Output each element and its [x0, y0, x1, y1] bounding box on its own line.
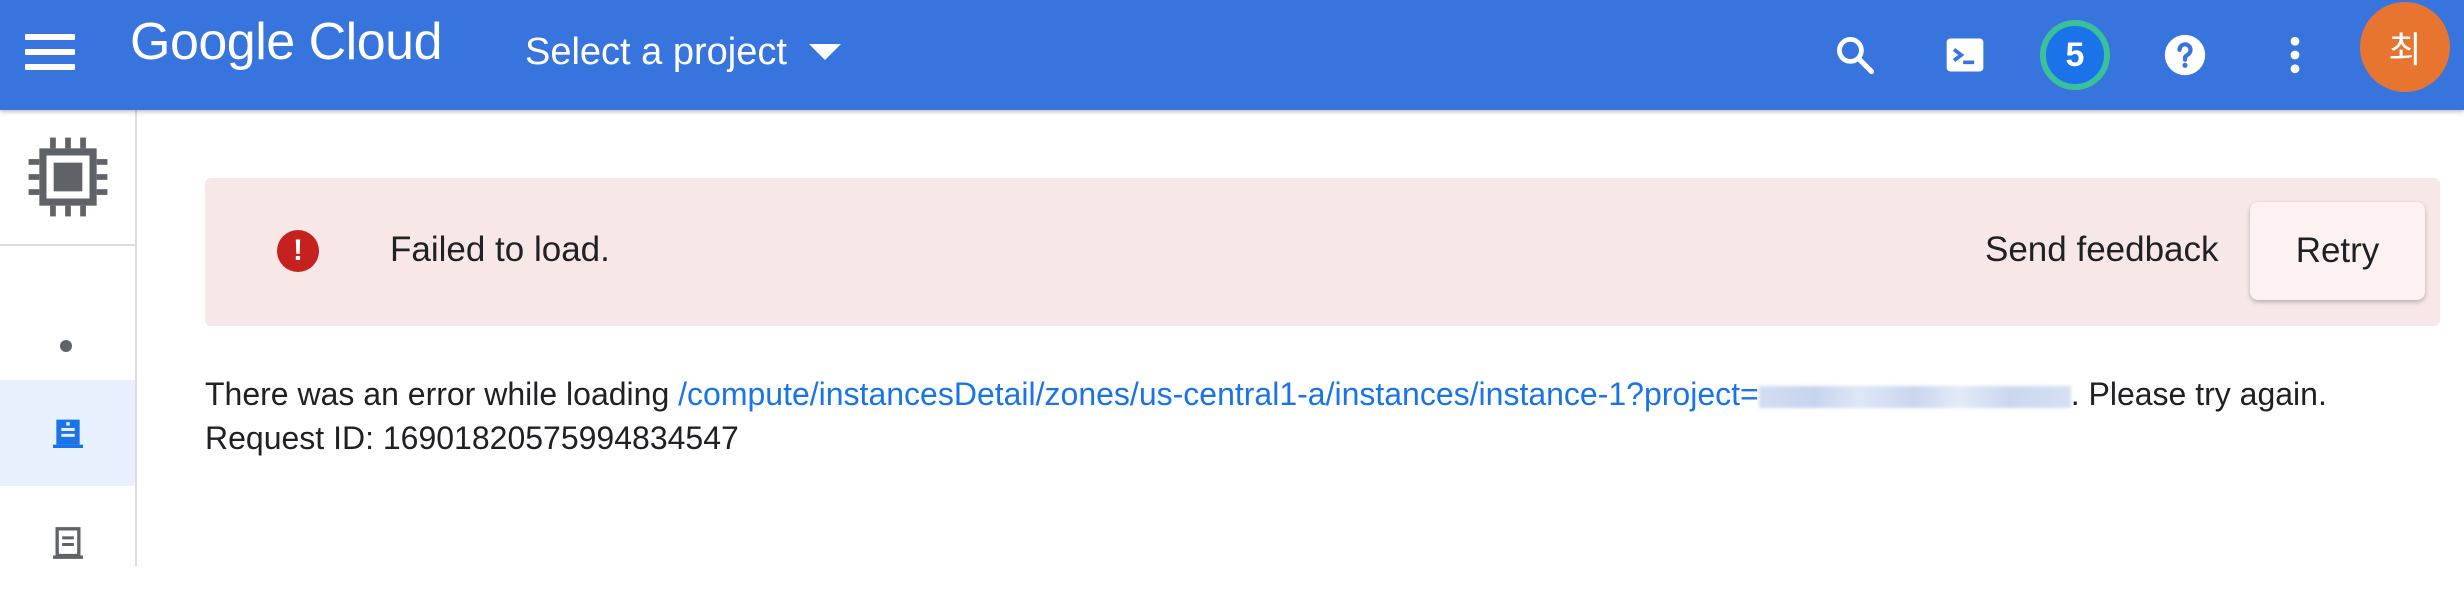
side-rail: [0, 110, 137, 566]
instance-template-icon: [52, 527, 83, 559]
chevron-down-icon: [808, 44, 841, 60]
error-banner: ! Failed to load. Send feedback Retry: [205, 178, 2440, 326]
dot-icon: [60, 340, 72, 352]
google-cloud-logo[interactable]: Google Cloud: [130, 12, 443, 72]
send-feedback-link[interactable]: Send feedback: [1985, 230, 2219, 270]
top-bar: Google Cloud Select a project 5 최: [0, 0, 2464, 110]
rail-collapsed-dot[interactable]: [40, 320, 92, 372]
project-selector-label: Select a project: [525, 30, 787, 73]
notifications-button[interactable]: 5: [2040, 20, 2110, 90]
error-icon: !: [277, 230, 319, 272]
project-selector[interactable]: Select a project: [525, 22, 841, 82]
main-menu-button[interactable]: [20, 22, 80, 82]
error-details-suffix: . Please try again.: [2070, 376, 2327, 412]
retry-button[interactable]: Retry: [2250, 202, 2425, 300]
failed-url-link[interactable]: /compute/instancesDetail/zones/us-centra…: [678, 376, 2071, 412]
search-icon: [1837, 37, 1875, 75]
account-avatar[interactable]: 최: [2360, 2, 2450, 92]
cloud-shell-button[interactable]: [1930, 20, 2000, 90]
help-icon: [2164, 34, 2206, 76]
more-vert-icon: [2290, 36, 2300, 74]
menu-icon-bar: [25, 49, 75, 55]
vm-instance-icon: [52, 419, 83, 448]
cpu-chip-icon: [28, 137, 107, 217]
more-options-button[interactable]: [2260, 20, 2330, 90]
request-id: Request ID: 16901820575994834547: [205, 420, 739, 456]
terminal-icon: [1946, 38, 1984, 72]
compute-engine-product-button[interactable]: [0, 110, 135, 246]
search-button[interactable]: [1820, 20, 1890, 90]
error-details-prefix: There was an error while loading: [205, 376, 670, 412]
failed-url-text: /compute/instancesDetail/zones/us-centra…: [678, 376, 1759, 412]
redacted-project-id: [1758, 385, 2071, 408]
error-message: Failed to load.: [390, 230, 610, 269]
notifications-count-badge: 5: [2040, 20, 2110, 90]
error-details: There was an error while loading /comput…: [205, 372, 2445, 460]
help-button[interactable]: [2150, 20, 2220, 90]
menu-icon-bar: [25, 64, 75, 70]
rail-item-instance-templates[interactable]: [0, 490, 135, 596]
rail-item-vm-instances[interactable]: [0, 380, 135, 486]
menu-icon-bar: [25, 34, 75, 40]
